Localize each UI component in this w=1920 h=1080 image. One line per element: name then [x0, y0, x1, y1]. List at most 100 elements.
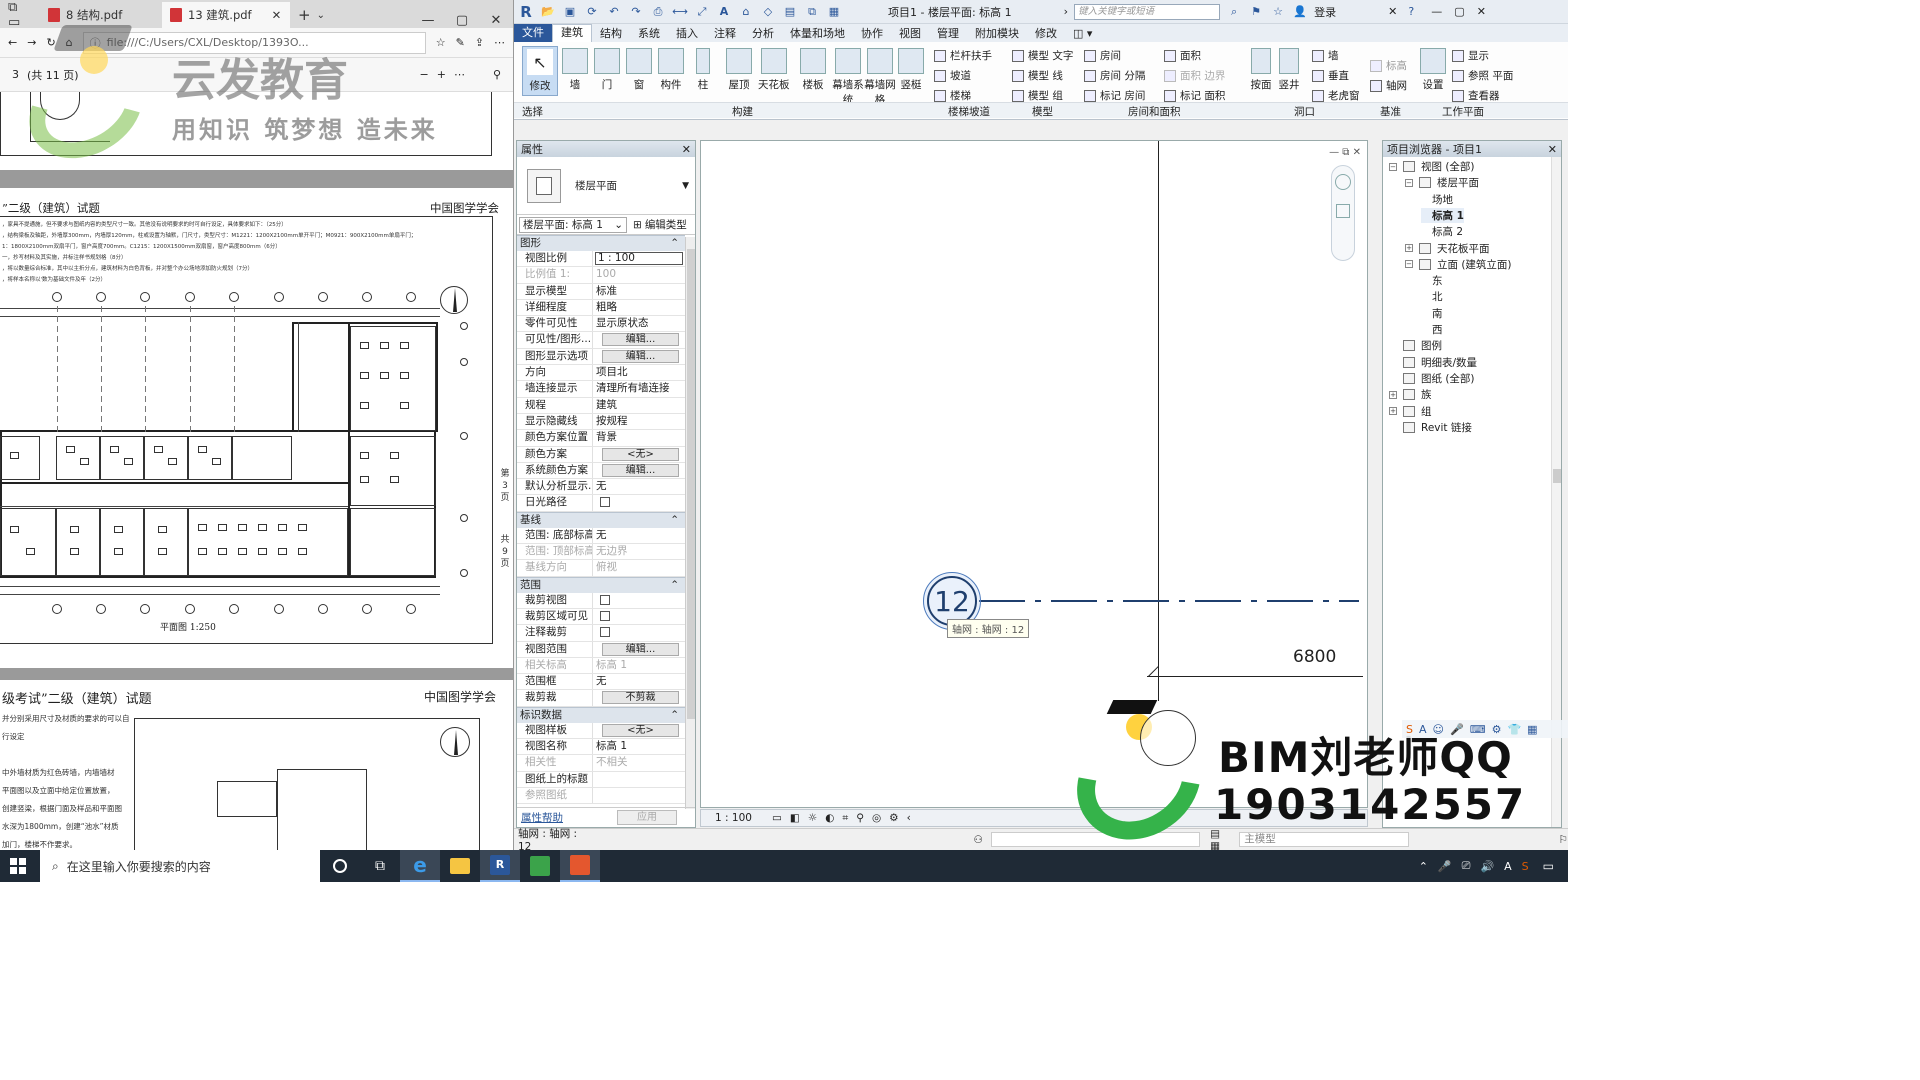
file-explorer-icon[interactable]	[440, 850, 480, 882]
property-edit-button[interactable]: 编辑...	[602, 333, 679, 347]
stair-button[interactable]: 楼梯	[934, 88, 971, 103]
pdf-more-icon[interactable]: ⋯	[454, 68, 465, 81]
tree-item[interactable]: 明细表/数量	[1389, 355, 1477, 370]
tab-file[interactable]: 文件	[514, 24, 552, 42]
edit-type-button[interactable]: 编辑类型	[645, 217, 687, 232]
tree-item[interactable]: 图纸 (全部)	[1389, 371, 1475, 386]
property-edit-button[interactable]: 编辑...	[602, 349, 679, 363]
property-value[interactable]: 无	[593, 674, 685, 689]
roof-button[interactable]: 屋顶	[726, 48, 752, 92]
type-selector[interactable]: 楼层平面 ▼	[517, 157, 695, 215]
properties-scrollbar[interactable]	[685, 237, 695, 809]
navigation-bar[interactable]	[1331, 165, 1355, 261]
door-button[interactable]: 门	[594, 48, 620, 92]
ime-indicator-icon[interactable]: A	[1504, 860, 1512, 873]
camtasia-app-icon[interactable]	[520, 850, 560, 882]
back-icon[interactable]: ←	[8, 36, 17, 49]
zoom-icon[interactable]	[1336, 204, 1350, 218]
expand-arrow-icon[interactable]: ›	[1064, 5, 1068, 18]
dimension-line[interactable]	[1147, 676, 1363, 677]
tab-collaborate[interactable]: 协作	[853, 25, 891, 41]
minimize-icon[interactable]: —	[411, 13, 445, 28]
vertical-opening-button[interactable]: 垂直	[1312, 68, 1349, 83]
ceiling-button[interactable]: 天花板	[758, 48, 790, 92]
microphone-icon[interactable]: 🎤	[1438, 860, 1452, 873]
viewer-button[interactable]: 查看器	[1452, 88, 1500, 103]
revit-app-icon[interactable]: R	[480, 850, 520, 882]
tree-item[interactable]: − 立面 (建筑立面)	[1405, 257, 1512, 272]
tree-toggle-icon[interactable]: +	[1389, 390, 1397, 399]
tree-item[interactable]: 东	[1421, 273, 1443, 288]
property-value[interactable]	[593, 772, 685, 787]
property-checkbox[interactable]	[600, 594, 610, 605]
tab-systems[interactable]: 系统	[630, 25, 668, 41]
tree-item[interactable]: 场地	[1421, 192, 1453, 207]
tab-modify[interactable]: 修改	[1027, 25, 1065, 41]
tree-item[interactable]: 标高 2	[1421, 224, 1463, 239]
window-button[interactable]: 窗	[626, 48, 652, 92]
cortana-icon[interactable]	[320, 850, 360, 882]
property-section[interactable]: 基线 ⌃	[517, 511, 685, 528]
by-face-button[interactable]: 按面	[1250, 48, 1272, 92]
tab-addins[interactable]: 附加模块	[967, 25, 1027, 41]
recorder-app-icon[interactable]	[560, 850, 600, 882]
property-edit-button[interactable]: <无>	[602, 723, 679, 737]
area-boundary-button[interactable]: 面积 边界	[1164, 68, 1225, 83]
notification-icon[interactable]: ▭	[1543, 859, 1554, 873]
tab-insert[interactable]: 插入	[668, 25, 706, 41]
close-window-icon[interactable]: ✕	[1477, 5, 1486, 18]
ref-plane-button[interactable]: 参照 平面	[1452, 68, 1513, 83]
section-icon[interactable]: ◇	[760, 4, 776, 20]
print-icon[interactable]: ⎙	[650, 4, 666, 20]
switch-windows-icon[interactable]: ▦	[826, 4, 842, 20]
steering-wheel-icon[interactable]	[1335, 174, 1351, 190]
tab-view[interactable]: 视图	[891, 25, 929, 41]
volume-icon[interactable]: 🔊	[1480, 860, 1494, 873]
user-icon[interactable]: 👤	[1292, 4, 1308, 20]
railing-button[interactable]: 栏杆扶手	[934, 48, 992, 63]
model-line-button[interactable]: 模型 线	[1012, 68, 1063, 83]
property-value[interactable]: 标准	[593, 284, 685, 299]
taskbar-search[interactable]: ⌕ 在这里输入你要搜索的内容	[40, 850, 320, 882]
scroll-left-icon[interactable]: ‹	[907, 812, 911, 824]
pdf-view-area[interactable]: ”二级（建筑）试题 中国图学学会 ，家具不提通施，但不要求与图纸内容的类型尺寸一…	[0, 92, 513, 850]
maximize-icon[interactable]: ▢	[1454, 5, 1464, 18]
more-icon[interactable]: ⋯	[494, 36, 505, 49]
new-tab-button[interactable]: + ⌄	[290, 2, 334, 28]
grid-line-12[interactable]	[979, 600, 1359, 602]
property-section[interactable]: 标识数据 ⌃	[517, 706, 685, 723]
property-value[interactable]: 项目北	[593, 365, 685, 380]
grid-line-vertical[interactable]	[1158, 141, 1159, 701]
property-section[interactable]: 范围 ⌃	[517, 576, 685, 593]
reveal-hidden-icon[interactable]: ◎	[872, 812, 881, 824]
pen-icon[interactable]: ✎	[456, 36, 465, 49]
text-icon[interactable]: A	[716, 4, 732, 20]
curtain-system-button[interactable]: 幕墙系统	[832, 48, 864, 107]
measure-icon[interactable]: ⟷	[672, 4, 688, 20]
subscription-icon[interactable]: ⚑	[1248, 4, 1264, 20]
property-value[interactable]: 无	[593, 528, 685, 543]
property-edit-button[interactable]: 编辑...	[602, 463, 679, 477]
edit-type-icon[interactable]: ⊞	[633, 219, 642, 231]
dimension-icon[interactable]: ⤢	[694, 4, 710, 20]
tab-architecture-pdf[interactable]: 13 建筑.pdf ✕	[162, 2, 290, 28]
design-option-dropdown[interactable]: 主模型	[1239, 832, 1409, 847]
exchange-icon[interactable]: ✕	[1388, 5, 1397, 18]
tag-area-button[interactable]: 标记 面积	[1164, 88, 1225, 103]
property-value[interactable]: 背景	[593, 430, 685, 445]
model-text-button[interactable]: 模型 文字	[1012, 48, 1073, 63]
tab-manage[interactable]: 管理	[929, 25, 967, 41]
detail-level-icon[interactable]: ▭	[772, 812, 782, 824]
tag-room-button[interactable]: 标记 房间	[1084, 88, 1145, 103]
save-icon[interactable]: ▣	[562, 4, 578, 20]
room-separator-button[interactable]: 房间 分隔	[1084, 68, 1145, 83]
property-value[interactable]: 显示原状态	[593, 316, 685, 331]
close-hidden-icon[interactable]: ⧉	[804, 4, 820, 20]
tray-chevron-icon[interactable]: ⌃	[1419, 860, 1428, 873]
room-button[interactable]: 房间	[1084, 48, 1121, 63]
tree-item[interactable]: − 楼层平面	[1405, 175, 1479, 190]
group-room-label[interactable]: 房间和面积	[1128, 104, 1181, 119]
tree-toggle-icon[interactable]: +	[1405, 244, 1413, 252]
tree-item[interactable]: − 视图 (全部)	[1389, 159, 1475, 174]
tree-toggle-icon[interactable]: −	[1405, 178, 1413, 187]
